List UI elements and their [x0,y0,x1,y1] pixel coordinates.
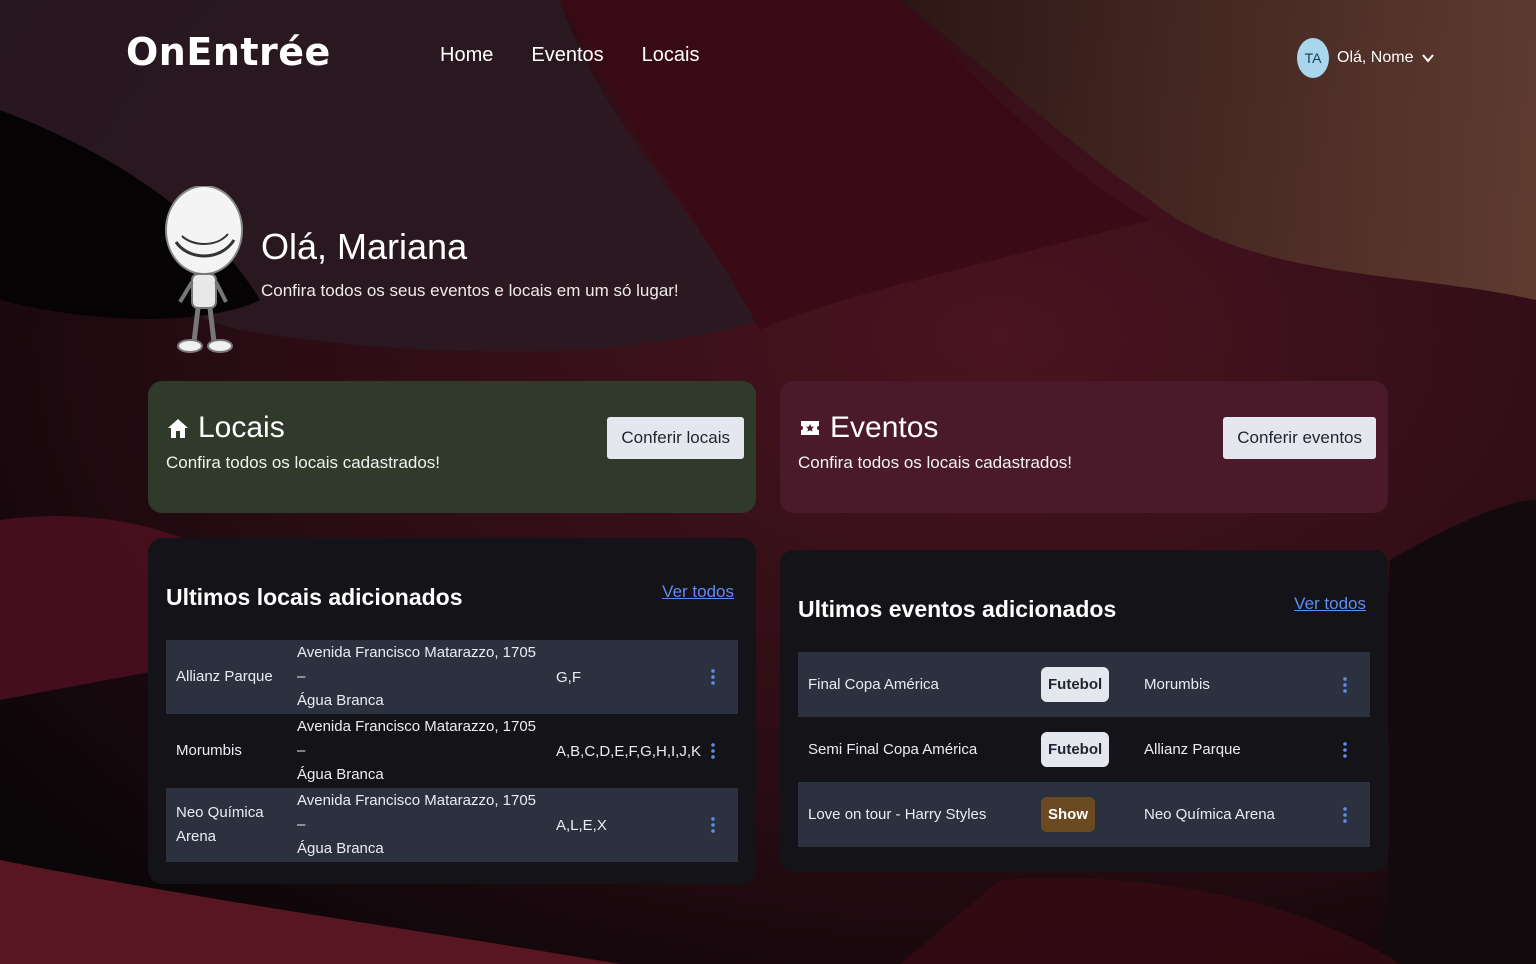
local-sectors: G,F [556,668,581,686]
kebab-menu-icon[interactable] [710,816,716,834]
evento-name: Love on tour - Harry Styles [808,806,987,823]
local-name: Neo Química Arena [176,801,286,849]
main-nav: Home Eventos Locais [440,44,699,67]
nav-locais[interactable]: Locais [642,44,700,67]
address-line: Avenida Francisco Matarazzo, 1705 – [297,644,537,685]
latest-locais-title: Ultimos locais adicionados [166,584,463,610]
address-line: Água Branca [297,840,384,857]
kebab-menu-icon[interactable] [1342,806,1348,824]
evento-name: Semi Final Copa América [808,741,978,758]
category-cell: Futebol [1041,732,1110,767]
local-sectors: A,B,C,D,E,F,G,H,I,J,K [556,742,702,760]
table-row[interactable]: Morumbis Avenida Francisco Matarazzo, 17… [166,714,738,788]
evento-place: Neo Química Arena [1144,806,1275,823]
nav-eventos[interactable]: Eventos [531,44,603,67]
ticket-icon [801,421,819,435]
address-line: Avenida Francisco Matarazzo, 1705 – [297,718,537,759]
latest-locais-panel: Ultimos locais adicionados Ver todos All… [148,538,756,884]
category-badge: Show [1041,797,1095,832]
mascot-illustration [165,186,243,353]
kebab-menu-icon[interactable] [710,742,716,760]
kebab-menu-icon[interactable] [710,668,716,686]
category-cell: Futebol [1041,667,1110,702]
latest-eventos-title: Ultimos eventos adicionados [798,596,1117,622]
category-badge: Futebol [1041,667,1110,702]
brand-logo[interactable]: OnEntrée [126,30,331,74]
evento-place: Allianz Parque [1144,741,1241,758]
conferir-locais-button[interactable]: Conferir locais [607,417,744,459]
category-cell: Show [1041,797,1095,832]
name-line: Neo Química [176,804,264,821]
evento-place: Morumbis [1144,676,1210,693]
page-subtitle: Confira todos os seus eventos e locais e… [261,281,679,300]
kebab-menu-icon[interactable] [1342,676,1348,694]
local-address: Avenida Francisco Matarazzo, 1705 – Água… [297,789,537,861]
local-name: Morumbis [176,742,242,759]
local-name: Allianz Parque [176,668,273,685]
address-line: Avenida Francisco Matarazzo, 1705 – [297,792,537,833]
chevron-down-icon [1422,54,1435,63]
user-greeting: Olá, Nome [1337,49,1414,66]
locais-card-title: Locais [198,411,285,444]
local-sectors: A,L,E,X [556,816,607,834]
conferir-eventos-button[interactable]: Conferir eventos [1223,417,1376,459]
page-title: Olá, Mariana [261,226,468,267]
eventos-card-title: Eventos [830,411,939,444]
address-line: Água Branca [297,766,384,783]
locais-table: Allianz Parque Avenida Francisco Mataraz… [166,640,738,862]
eventos-card: Eventos Confira todos os locais cadastra… [780,381,1388,513]
evento-name: Final Copa América [808,676,939,693]
kebab-menu-icon[interactable] [1342,741,1348,759]
table-row[interactable]: Neo Química Arena Avenida Francisco Mata… [166,788,738,862]
avatar: TA [1297,38,1329,78]
table-row[interactable]: Final Copa América Futebol Morumbis [798,652,1370,717]
ver-todos-eventos-link[interactable]: Ver todos [1294,594,1366,614]
user-menu[interactable]: TA Olá, Nome [1297,38,1435,78]
house-icon [168,419,188,438]
locais-card: Locais Confira todos os locais cadastrad… [148,381,756,513]
local-address: Avenida Francisco Matarazzo, 1705 – Água… [297,641,537,713]
table-row[interactable]: Allianz Parque Avenida Francisco Mataraz… [166,640,738,714]
address-line: Água Branca [297,692,384,709]
category-badge: Futebol [1041,732,1110,767]
local-address: Avenida Francisco Matarazzo, 1705 – Água… [297,715,537,787]
nav-home[interactable]: Home [440,44,493,67]
name-line: Arena [176,828,217,845]
ver-todos-locais-link[interactable]: Ver todos [662,582,734,602]
table-row[interactable]: Love on tour - Harry Styles Show Neo Quí… [798,782,1370,847]
latest-eventos-panel: Ultimos eventos adicionados Ver todos Fi… [780,550,1388,872]
eventos-table: Final Copa América Futebol Morumbis Semi… [798,652,1370,847]
table-row[interactable]: Semi Final Copa América Futebol Allianz … [798,717,1370,782]
